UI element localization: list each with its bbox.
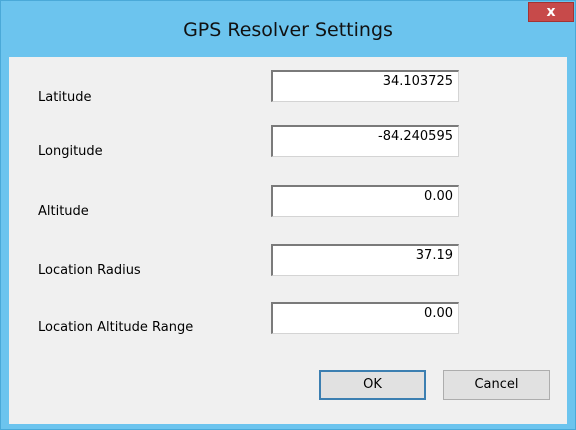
latitude-input[interactable]	[271, 70, 459, 102]
location-radius-input[interactable]	[271, 244, 459, 276]
dialog-window: GPS Resolver Settings x Latitude Longitu…	[0, 0, 576, 430]
dialog-body: Latitude Longitude Altitude Location Rad…	[9, 57, 567, 424]
longitude-label: Longitude	[38, 144, 103, 159]
dialog-title: GPS Resolver Settings	[183, 19, 393, 41]
latitude-label: Latitude	[38, 90, 92, 105]
close-button[interactable]: x	[528, 2, 574, 22]
title-bar[interactable]: GPS Resolver Settings	[1, 1, 575, 57]
location-altitude-range-label: Location Altitude Range	[38, 320, 194, 335]
longitude-input[interactable]	[271, 125, 459, 157]
altitude-label: Altitude	[38, 204, 89, 219]
altitude-input[interactable]	[271, 185, 459, 217]
ok-button[interactable]: OK	[319, 370, 426, 400]
location-radius-label: Location Radius	[38, 263, 141, 278]
cancel-button[interactable]: Cancel	[443, 370, 550, 400]
location-altitude-range-input[interactable]	[271, 302, 459, 334]
